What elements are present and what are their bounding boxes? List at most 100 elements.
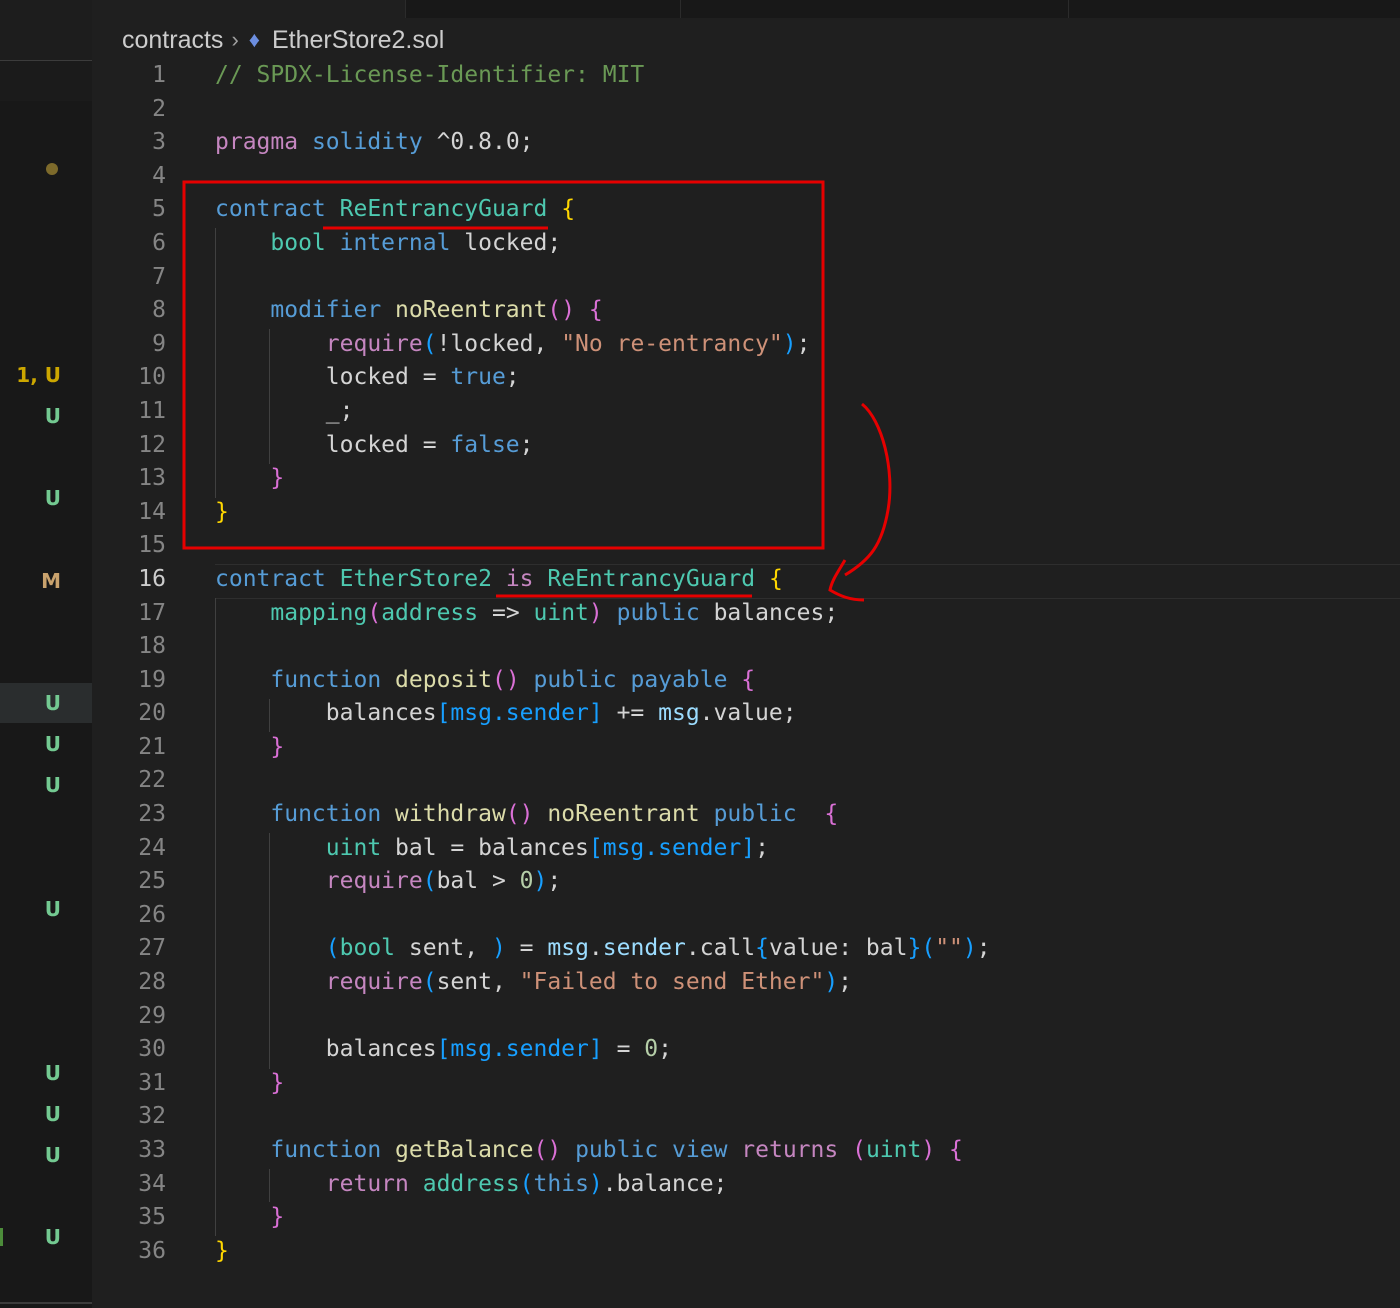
code-line[interactable]: 14} <box>92 496 1400 530</box>
line-number: 8 <box>152 297 166 324</box>
line-number: 9 <box>152 330 166 357</box>
code-line[interactable]: 12 locked = false; <box>92 429 1400 463</box>
line-number: 24 <box>138 834 166 861</box>
line-number: 11 <box>138 397 166 424</box>
source-control-sidebar: 1, U U U M U U U U U U U U <box>0 0 92 1308</box>
sidebar-row[interactable] <box>0 61 92 101</box>
modified-dot-icon <box>46 163 58 175</box>
file-badge-untracked: U <box>44 732 61 756</box>
code-line[interactable]: 16 contract EtherStore2 is ReEntrancyGuar… <box>92 563 1400 597</box>
code-line[interactable]: 24 uint bal = balances[msg.sender]; <box>92 832 1400 866</box>
line-number: 26 <box>138 901 166 928</box>
code-line[interactable]: 23 function withdraw() noReentrant publi… <box>92 798 1400 832</box>
code-line[interactable]: 6 bool internal locked; <box>92 227 1400 261</box>
code-line[interactable]: 31 } <box>92 1067 1400 1101</box>
breadcrumb-folder[interactable]: contracts <box>122 26 223 55</box>
code-line[interactable]: 28 require(sent, "Failed to send Ether")… <box>92 966 1400 1000</box>
code-line[interactable]: 1 // SPDX-License-Identifier: MIT <box>92 59 1400 93</box>
code-line[interactable]: 9 require(!locked, "No re-entrancy"); <box>92 328 1400 362</box>
line-number: 31 <box>138 1069 166 1096</box>
code-token: () <box>533 1137 562 1163</box>
code-token: require <box>325 330 423 357</box>
code-token: [msg.sender] <box>436 700 603 727</box>
code-line[interactable]: 20 balances[msg.sender] += msg.value; <box>92 697 1400 731</box>
code-line[interactable]: 13 } <box>92 462 1400 496</box>
code-line[interactable]: 18 <box>92 630 1400 664</box>
code-token: deposit <box>395 666 492 693</box>
line-text: function withdraw() noReentrant public { <box>215 798 838 832</box>
code-token: sent, <box>395 935 492 962</box>
code-token: view <box>672 1137 728 1163</box>
code-line[interactable]: 22 <box>92 764 1400 798</box>
code-line[interactable]: 34 return address(this).balance; <box>92 1168 1400 1202</box>
code-line[interactable]: 3 pragma solidity ^0.8.0; <box>92 126 1400 160</box>
code-line[interactable]: 19 function deposit() public payable { <box>92 664 1400 698</box>
code-line[interactable]: 27 (bool sent, ) = msg.sender.call{value… <box>92 932 1400 966</box>
line-number: 14 <box>138 498 166 525</box>
code-line[interactable]: 30 balances[msg.sender] = 0; <box>92 1033 1400 1067</box>
code-token: balances; <box>699 599 839 626</box>
code-line[interactable]: 21 } <box>92 731 1400 765</box>
code-token: payable <box>630 666 728 693</box>
line-text: locked = false; <box>215 429 534 463</box>
code-token: bal > <box>436 868 520 895</box>
code-token: .call <box>685 935 756 962</box>
code-line[interactable]: 36} <box>92 1235 1400 1269</box>
tab-active[interactable] <box>92 0 405 18</box>
code-token: mapping <box>270 599 368 626</box>
code-token: this <box>533 1170 589 1197</box>
code-token: require <box>325 868 423 895</box>
code-token: public <box>616 599 700 626</box>
code-line[interactable]: 4 <box>92 160 1400 194</box>
code-line[interactable]: 8 modifier noReentrant() { <box>92 294 1400 328</box>
line-text: mapping(address => uint) public balances… <box>215 597 838 631</box>
code-line[interactable]: 7 <box>92 261 1400 295</box>
code-editor[interactable]: 1// SPDX-License-Identifier: MIT 2 3 pragma… <box>92 59 1400 1268</box>
code-token: // SPDX-License-Identifier: MIT <box>215 62 645 88</box>
line-text: } <box>215 462 284 496</box>
code-token: } <box>907 935 922 962</box>
line-number: 36 <box>138 1237 166 1264</box>
code-line[interactable]: 11 _; <box>92 395 1400 429</box>
code-token: sender <box>602 935 686 962</box>
code-line[interactable]: 25 require(bal > 0); <box>92 865 1400 899</box>
file-badge-untracked: U <box>44 897 61 921</box>
code-token: function <box>270 1137 382 1163</box>
file-badge-untracked: U <box>44 1143 61 1167</box>
code-line[interactable]: 5 contract ReEntrancyGuard { <box>92 193 1400 227</box>
code-token: ; <box>658 1036 672 1063</box>
code-line[interactable]: 32 <box>92 1100 1400 1134</box>
line-number: 4 <box>152 162 166 189</box>
code-token: ) <box>962 935 977 962</box>
line-text: require(sent, "Failed to send Ether"); <box>215 966 852 1000</box>
code-line[interactable]: 2 <box>92 93 1400 127</box>
breadcrumb-file[interactable]: EtherStore2.sol <box>272 26 444 55</box>
code-line[interactable]: 35 } <box>92 1201 1400 1235</box>
code-line[interactable]: 17 mapping(address => uint) public balan… <box>92 597 1400 631</box>
code-token: ( <box>422 868 437 895</box>
code-token: } <box>270 1069 285 1096</box>
code-line[interactable]: 29 <box>92 1000 1400 1034</box>
code-line[interactable]: 15 <box>92 529 1400 563</box>
code-line[interactable]: 33 function getBalance() public view ret… <box>92 1134 1400 1168</box>
file-badge-untracked: U <box>44 1102 61 1126</box>
code-token: ReEntrancyGuard <box>339 196 548 223</box>
code-token: .balance; <box>602 1170 728 1197</box>
line-text: } <box>215 1067 284 1101</box>
code-line[interactable]: 10 locked = true; <box>92 361 1400 395</box>
line-number: 16 <box>138 565 166 592</box>
line-text: } <box>215 496 229 530</box>
line-number: 17 <box>138 599 166 626</box>
code-line[interactable]: 26 <box>92 899 1400 933</box>
